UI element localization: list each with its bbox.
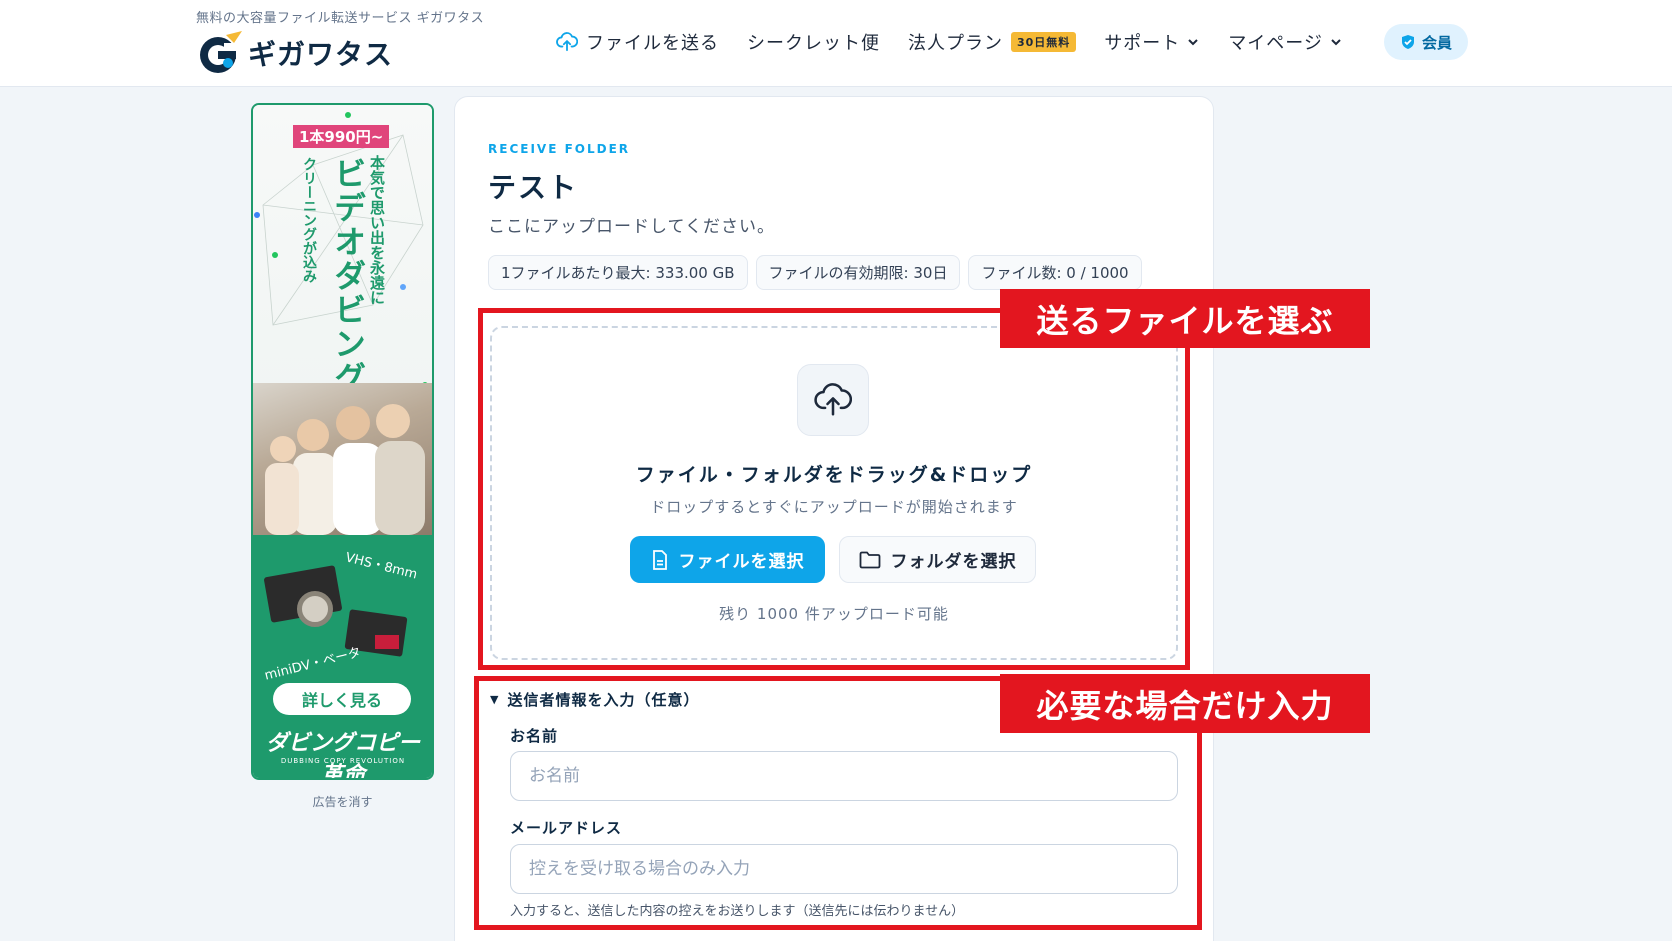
nav-send-file[interactable]: ファイルを送る: [556, 29, 719, 55]
page-subtitle: ここにアップロードしてください。: [488, 217, 775, 237]
ad-copy-2: ビデオダビング: [329, 157, 367, 395]
annotation-label-file-select: 送るファイルを選ぶ: [1000, 289, 1370, 348]
nav-business-label: 法人プラン: [908, 33, 1003, 54]
nav-mypage[interactable]: マイページ: [1228, 29, 1343, 55]
ad-cta-button[interactable]: 詳しく見る: [273, 683, 411, 715]
member-button[interactable]: 会員: [1384, 24, 1468, 60]
ad-brand-logo: ダビングコピー革命: [265, 731, 420, 780]
site-tagline: 無料の大容量ファイル転送サービス ギガワタス: [196, 11, 485, 26]
free-trial-badge: 30日無料: [1011, 32, 1077, 52]
nav-send-file-label: ファイルを送る: [586, 33, 719, 54]
ad-bottom-area: VHS・8mm miniDV・ベータ 詳しく見る ダビングコピー革命 DUBBI…: [253, 535, 432, 780]
cloud-upload-icon: [556, 32, 578, 52]
nav-support[interactable]: サポート: [1104, 29, 1200, 55]
remove-ad-link[interactable]: 広告を消す: [251, 793, 434, 810]
member-label: 会員: [1421, 33, 1452, 52]
shield-check-icon: [1401, 35, 1414, 49]
chip-max-size: 1ファイルあたり最大: 333.00 GB: [488, 255, 748, 290]
nav-mypage-label: マイページ: [1228, 33, 1323, 54]
nav-support-label: サポート: [1104, 33, 1181, 54]
page-title: テスト: [488, 171, 579, 204]
ad-price-tag: 1本990円~: [293, 125, 390, 148]
annotation-label-sender-info: 必要な場合だけ入力: [1000, 674, 1370, 733]
logo-g-icon: [196, 29, 244, 77]
nav-secret-label: シークレット便: [747, 33, 880, 54]
section-eyebrow: RECEIVE FOLDER: [488, 142, 631, 156]
ad-family-photo: [253, 383, 432, 535]
ad-top-area: 1本990円~ 本気で思い出を永遠に ビデオダビング クリーニングが込み: [253, 105, 432, 535]
logo-text: ギガワタス: [248, 38, 394, 71]
ad-banner[interactable]: 1本990円~ 本気で思い出を永遠に ビデオダビング クリーニングが込み VHS…: [251, 103, 434, 780]
chevron-down-icon: [1188, 39, 1199, 46]
chevron-down-icon: [1331, 39, 1341, 46]
ad-vhs-text: VHS・8mm: [343, 550, 419, 583]
site-logo[interactable]: ギガワタス: [196, 29, 393, 77]
main-nav: ファイルを送る シークレット便 法人プラン 30日無料 サポート マイページ: [556, 26, 1371, 58]
ad-brand-subtitle: DUBBING COPY REVOLUTION: [280, 757, 406, 765]
site-header: 無料の大容量ファイル転送サービス ギガワタス ギガワタス ファイルを送る シーク…: [0, 0, 1672, 87]
info-chips: 1ファイルあたり最大: 333.00 GB ファイルの有効期限: 30日 ファイ…: [488, 255, 1150, 290]
reel-icon: [297, 591, 333, 627]
nav-secret[interactable]: シークレット便: [747, 29, 880, 55]
ad-minidv-text: miniDV・ベータ: [263, 645, 363, 684]
annotation-box-file-select: [478, 308, 1190, 670]
ad-copy-3: クリーニングが込み: [301, 157, 317, 283]
minidv-red-label: [375, 635, 399, 649]
chip-expiry: ファイルの有効期限: 30日: [755, 255, 961, 290]
nav-business-plan[interactable]: 法人プラン 30日無料: [908, 29, 1077, 55]
chip-file-count: ファイル数: 0 / 1000: [968, 255, 1142, 290]
